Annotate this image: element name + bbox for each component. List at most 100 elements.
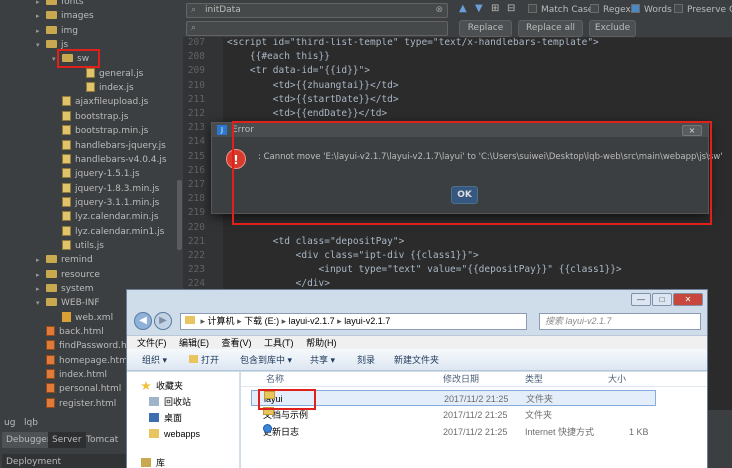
replace-all-button[interactable]: Replace all <box>518 20 583 37</box>
file-date: 2017/11/2 21:25 <box>444 394 509 404</box>
expand-arrow-icon[interactable]: ▸ <box>36 24 46 38</box>
minimize-button[interactable]: — <box>631 293 651 306</box>
file-date: 2017/11/2 21:25 <box>443 427 508 437</box>
tree-item[interactable]: register.html <box>36 397 116 410</box>
tree-item[interactable]: lyz.calendar.min1.js <box>52 225 164 239</box>
nav-libraries[interactable]: 库 <box>141 456 165 468</box>
tree-item[interactable]: ▸ images <box>36 9 94 23</box>
folder-icon <box>46 0 57 5</box>
ug-label: ug <box>4 418 16 428</box>
select-all-icon[interactable]: ⊟ <box>507 3 515 14</box>
expand-arrow-icon[interactable]: ▾ <box>36 296 46 310</box>
burn-button[interactable]: 刻录 <box>357 349 375 371</box>
find-all-icon[interactable]: ⊞ <box>491 3 499 14</box>
new-folder-button[interactable]: 新建文件夹 <box>394 349 439 371</box>
tree-item[interactable]: lyz.calendar.min.js <box>52 210 159 224</box>
tree-item[interactable]: general.js <box>76 67 143 81</box>
preserve-case-checkbox[interactable]: Preserve Case <box>674 4 732 16</box>
tree-item[interactable]: ▸ system <box>36 282 94 296</box>
column-modified[interactable]: 修改日期 <box>443 372 479 387</box>
regex-checkbox[interactable]: Regex <box>590 4 631 16</box>
exclude-button[interactable]: Exclude <box>589 20 636 37</box>
breadcrumb-item[interactable]: 下载 (E:) <box>244 316 279 326</box>
tree-item-label: bootstrap.js <box>75 111 129 122</box>
breadcrumb-sep-icon[interactable]: ▸ <box>335 316 345 326</box>
tree-item[interactable]: ▸ img <box>36 24 78 38</box>
forward-icon[interactable]: ▶ <box>154 312 172 330</box>
replace-input[interactable]: ⌕ <box>186 21 448 36</box>
include-in-library-button[interactable]: 包含到库中 ▾ <box>240 349 292 371</box>
tree-item[interactable]: handlebars-jquery.js <box>52 139 166 153</box>
menu-file[interactable]: 文件(F) <box>137 336 167 350</box>
folder-icon <box>46 255 57 264</box>
address-bar[interactable]: ▸ 计算机 ▸ 下载 (E:) ▸ layui-v2.1.7 ▸ layui-v… <box>180 313 527 330</box>
column-size[interactable]: 大小 <box>608 372 626 387</box>
tree-item[interactable]: jquery-3.1.1.min.js <box>52 196 159 210</box>
tree-item[interactable]: handlebars-v4.0.4.js <box>52 153 167 167</box>
tree-item[interactable]: ▸ remind <box>36 253 93 267</box>
expand-arrow-icon[interactable]: ▸ <box>36 253 46 267</box>
explorer-search-input[interactable]: 搜索 layui-v2.1.7 <box>539 313 701 330</box>
search-input[interactable]: ⌕ initData ⊗ <box>186 3 448 18</box>
xml-file-icon <box>62 311 71 322</box>
expand-arrow-icon[interactable]: ▸ <box>36 268 46 282</box>
tree-item[interactable]: web.xml <box>52 311 113 325</box>
tree-scrollbar[interactable] <box>177 180 182 250</box>
down-arrow-icon[interactable]: ▼ <box>475 3 483 14</box>
column-type[interactable]: 类型 <box>525 372 543 387</box>
address-row: ◀ ▶ ▸ 计算机 ▸ 下载 (E:) ▸ layui-v2.1.7 ▸ lay… <box>134 312 706 332</box>
debugger-tab[interactable]: Debugger <box>2 432 55 448</box>
tree-item[interactable]: utils.js <box>52 239 104 253</box>
replace-button[interactable]: Replace <box>459 20 512 37</box>
expand-arrow-icon[interactable]: ▸ <box>36 282 46 296</box>
menu-view[interactable]: 查看(V) <box>222 336 252 350</box>
open-button[interactable]: 打开 <box>189 349 219 371</box>
nav-desktop[interactable]: 桌面 <box>149 411 182 425</box>
column-name[interactable]: 名称 <box>266 372 284 387</box>
breadcrumb-item[interactable]: layui-v2.1.7 <box>344 316 390 326</box>
breadcrumb-sep-icon[interactable]: ▸ <box>279 316 289 326</box>
file-row[interactable]: 更新日志 2017/11/2 21:25 Internet 快捷方式 1 KB <box>251 424 656 440</box>
tree-item[interactable]: index.js <box>76 81 134 95</box>
maximize-button[interactable]: □ <box>652 293 672 306</box>
nav-webapps[interactable]: webapps <box>149 427 200 441</box>
tree-item[interactable]: ▸ resource <box>36 268 100 282</box>
tree-item[interactable]: homepage.html <box>36 354 130 368</box>
nav-recycle-bin[interactable]: 回收站 <box>149 395 191 409</box>
breadcrumb-item[interactable]: 计算机 <box>208 316 235 326</box>
share-button[interactable]: 共享 ▾ <box>310 349 335 371</box>
tree-item[interactable]: jquery-1.5.1.js <box>52 167 140 181</box>
tree-item[interactable]: ▸ fonts <box>36 0 84 9</box>
tree-item[interactable]: index.html <box>36 368 107 382</box>
back-icon[interactable]: ◀ <box>134 312 152 330</box>
tree-item[interactable]: personal.html <box>36 382 121 396</box>
expand-arrow-icon[interactable]: ▸ <box>36 9 46 23</box>
tree-item[interactable]: ajaxfileupload.js <box>52 95 148 109</box>
nav-favorites[interactable]: 收藏夹 <box>141 379 183 393</box>
breadcrumb-item[interactable]: layui-v2.1.7 <box>289 316 335 326</box>
menu-edit[interactable]: 编辑(E) <box>179 336 209 350</box>
clear-icon[interactable]: ⊗ <box>435 4 443 17</box>
match-case-checkbox[interactable]: Match Case <box>528 4 593 16</box>
breadcrumb-sep-icon[interactable]: ▸ <box>235 316 245 326</box>
up-arrow-icon[interactable]: ▲ <box>459 3 467 14</box>
tree-item[interactable]: ▾ WEB-INF <box>36 296 100 310</box>
lqb-tab[interactable]: lqb <box>20 415 42 431</box>
breadcrumb-sep-icon[interactable]: ▸ <box>201 316 208 326</box>
tree-item[interactable]: jquery-1.8.3.min.js <box>52 182 159 196</box>
expand-arrow-icon[interactable]: ▾ <box>36 38 46 52</box>
server-tab[interactable]: Server <box>48 432 86 448</box>
words-checkbox[interactable]: Words <box>631 4 672 16</box>
expand-arrow-icon[interactable]: ▸ <box>36 0 46 9</box>
code-line: <td>{{startDate}}</td> <box>227 93 399 105</box>
menu-tools[interactable]: 工具(T) <box>264 336 294 350</box>
tree-item-label: homepage.html <box>59 355 131 366</box>
tree-item[interactable]: bootstrap.js <box>52 110 128 124</box>
organize-button[interactable]: 组织 ▾ <box>142 349 167 371</box>
tree-item[interactable]: bootstrap.min.js <box>52 124 148 138</box>
menu-help[interactable]: 帮助(H) <box>306 336 337 350</box>
tomcat-tab[interactable]: Tomcat <box>82 432 122 448</box>
window-close-button[interactable]: ✕ <box>673 293 703 306</box>
tree-item[interactable]: back.html <box>36 325 104 339</box>
js-file-icon <box>62 125 71 136</box>
